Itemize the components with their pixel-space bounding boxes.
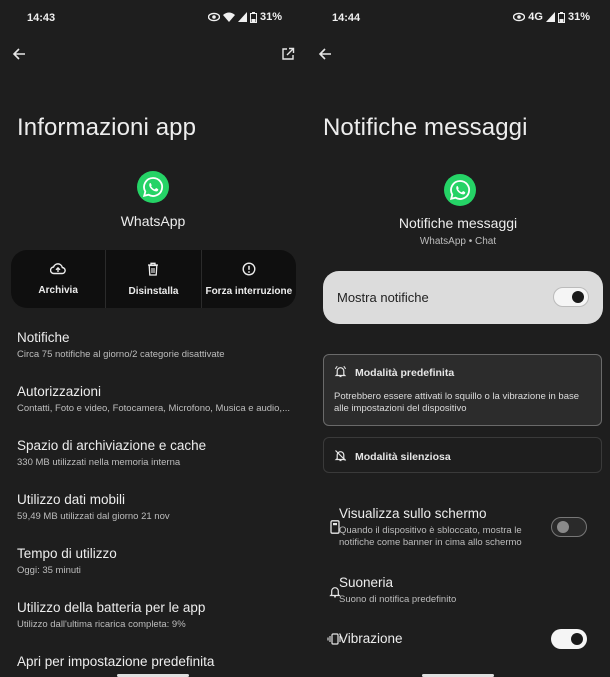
- open-external-icon[interactable]: [278, 44, 298, 64]
- network-type: 4G: [528, 11, 543, 23]
- cloud-upload-icon: [50, 262, 66, 278]
- uninstall-label: Disinstalla: [128, 285, 179, 297]
- whatsapp-logo-icon: [444, 174, 476, 206]
- setting-notifications[interactable]: Notifiche Circa 75 notifiche al giorno/2…: [17, 330, 297, 360]
- row-subtitle: Suono di notifica predefinito: [339, 594, 457, 605]
- setting-title: Notifiche: [17, 330, 70, 345]
- default-mode-header: Modalità predefinita: [324, 355, 601, 381]
- setting-open-by-default[interactable]: Apri per impostazione predefinita: [17, 654, 297, 669]
- setting-title: Utilizzo dati mobili: [17, 492, 126, 507]
- battery-percent: 31%: [259, 11, 282, 23]
- wifi-icon: [222, 12, 235, 22]
- setting-subtitle: Circa 75 notifiche al giorno/2 categorie…: [17, 349, 225, 360]
- signal-icon: [545, 12, 555, 22]
- default-mode-desc: Potrebbero essere attivati lo squillo o …: [334, 391, 580, 414]
- default-mode-title: Modalità predefinita: [355, 367, 455, 379]
- display-on-screen-toggle[interactable]: [551, 517, 587, 537]
- bell-ringing-icon: [334, 365, 347, 381]
- status-icons: 4G 31%: [513, 11, 590, 23]
- whatsapp-logo-icon: [137, 171, 169, 203]
- channel-subtitle: WhatsApp • Chat: [419, 236, 497, 247]
- row-title: Visualizza sullo schermo: [339, 506, 487, 521]
- battery-icon: [249, 11, 257, 23]
- setting-title: Autorizzazioni: [17, 384, 102, 399]
- bell-off-icon: [334, 449, 347, 465]
- setting-subtitle: 330 MB utilizzati nella memoria interna: [17, 457, 181, 468]
- setting-storage-cache[interactable]: Spazio di archiviazione e cache 330 MB u…: [17, 438, 297, 468]
- archive-label: Archivia: [38, 285, 78, 296]
- vibration-toggle[interactable]: [551, 629, 587, 649]
- force-stop-label: Forza interruzione: [205, 285, 293, 297]
- uninstall-button[interactable]: Disinstalla: [105, 250, 200, 308]
- battery-percent: 31%: [567, 11, 590, 23]
- force-stop-button[interactable]: Forza interruzione: [200, 250, 296, 308]
- setting-subtitle: Contatti, Foto e video, Fotocamera, Micr…: [17, 403, 290, 414]
- setting-subtitle: Oggi: 35 minuti: [17, 565, 81, 576]
- app-name: WhatsApp: [120, 213, 186, 229]
- notification-channel-screen: 14:44 4G 31% Notifiche messaggi Notifich…: [306, 0, 610, 677]
- show-notifications-toggle[interactable]: [553, 287, 589, 307]
- row-subtitle: Quando il dispositivo è sbloccato, mostr…: [339, 525, 522, 548]
- alert-circle-icon: [242, 261, 256, 279]
- setting-title: Tempo di utilizzo: [17, 546, 117, 561]
- toggle-knob: [571, 633, 583, 645]
- status-bar: 14:43 31%: [0, 10, 306, 26]
- silent-mode-header: Modalità silenziosa: [324, 438, 601, 465]
- setting-title: Apri per impostazione predefinita: [17, 654, 215, 669]
- status-icons: 31%: [207, 11, 282, 23]
- battery-icon: [557, 11, 565, 23]
- setting-battery-usage[interactable]: Utilizzo della batteria per le app Utili…: [17, 600, 297, 630]
- signal-icon: [237, 12, 247, 22]
- setting-subtitle: 59,49 MB utilizzati dal giorno 21 nov: [17, 511, 170, 522]
- channel-name: Notifiche messaggi: [398, 215, 518, 231]
- eye-icon: [207, 12, 220, 22]
- show-notifications-card[interactable]: Mostra notifiche: [323, 271, 603, 324]
- back-arrow-icon[interactable]: [9, 44, 29, 64]
- app-actions-bar: Archivia Disinstalla Forza interruzione: [11, 250, 296, 308]
- toggle-knob: [572, 291, 584, 303]
- default-mode-option[interactable]: Modalità predefinita Potrebbero essere a…: [323, 354, 602, 426]
- setting-permissions[interactable]: Autorizzazioni Contatti, Foto e video, F…: [17, 384, 297, 414]
- status-time: 14:44: [332, 12, 361, 24]
- setting-subtitle: Utilizzo dall'ultima ricarica completa: …: [17, 619, 186, 630]
- page-title: Informazioni app: [17, 114, 197, 141]
- setting-title: Utilizzo della batteria per le app: [17, 600, 206, 615]
- split-screenshot: 14:43 31% Informazioni app WhatsApp Arch…: [0, 0, 610, 677]
- app-info-screen: 14:43 31% Informazioni app WhatsApp Arch…: [0, 0, 306, 677]
- back-arrow-icon[interactable]: [315, 44, 335, 64]
- setting-title: Spazio di archiviazione e cache: [17, 438, 207, 453]
- status-bar: 14:44 4G 31%: [306, 10, 610, 26]
- silent-mode-title: Modalità silenziosa: [355, 451, 451, 463]
- row-title: Suoneria: [339, 575, 394, 590]
- archive-button[interactable]: Archivia: [11, 250, 105, 308]
- show-notifications-label: Mostra notifiche: [337, 290, 429, 305]
- setting-mobile-data[interactable]: Utilizzo dati mobili 59,49 MB utilizzati…: [17, 492, 297, 522]
- toggle-knob: [557, 521, 569, 533]
- trash-icon: [147, 262, 159, 279]
- row-title: Vibrazione: [339, 631, 403, 646]
- status-time: 14:43: [27, 12, 56, 24]
- eye-icon: [513, 12, 526, 22]
- setting-screen-time[interactable]: Tempo di utilizzo Oggi: 35 minuti: [17, 546, 297, 576]
- silent-mode-option[interactable]: Modalità silenziosa: [323, 437, 602, 473]
- page-title: Notifiche messaggi: [323, 114, 528, 141]
